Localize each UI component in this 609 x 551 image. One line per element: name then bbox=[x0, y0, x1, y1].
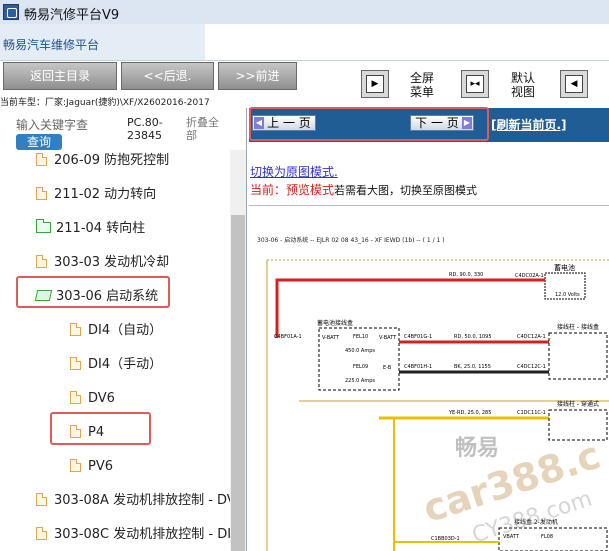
fuse-label: FEL09 bbox=[353, 364, 368, 370]
connector-label: C4DC12C-1 bbox=[517, 364, 546, 370]
tree-item[interactable]: 211-02 动力转向 bbox=[36, 184, 156, 206]
p4-highlight bbox=[50, 412, 151, 445]
home-button[interactable]: 返回主目录 bbox=[3, 62, 117, 90]
tree-item[interactable]: DI4（手动） bbox=[70, 354, 162, 376]
tree-item[interactable]: 303-03 发动机冷却 bbox=[36, 252, 169, 274]
pc-code-label: PC.80- 23845 bbox=[127, 116, 163, 142]
battery-volts: 12.0 Volts bbox=[555, 292, 580, 298]
fuse-label: FEL10 bbox=[353, 334, 368, 340]
collapse-all-link[interactable]: 折叠全部 bbox=[186, 116, 219, 142]
app-icon bbox=[3, 4, 19, 20]
connector-label: C1DC11C-1 bbox=[517, 410, 546, 416]
wire-label: BK, 25.0, 1155 bbox=[454, 364, 491, 370]
watermark-logo: 畅易 bbox=[455, 436, 500, 461]
forward-button[interactable]: >>前进 bbox=[218, 62, 297, 90]
document-icon bbox=[70, 357, 81, 370]
tree-item[interactable]: DV6 bbox=[70, 388, 115, 410]
document-icon bbox=[36, 153, 47, 166]
connector-label: C4BF01G-1 bbox=[404, 334, 432, 340]
pin-label: V-BATT bbox=[379, 335, 397, 341]
connector-label: C4DC12A-1 bbox=[517, 334, 546, 340]
default-view-button[interactable]: ◀ bbox=[560, 70, 588, 98]
tree-item[interactable]: 211-04 转向柱 bbox=[36, 218, 145, 240]
tree-item[interactable]: PV6 bbox=[70, 456, 113, 478]
window-title: 畅易汽修平台V9 bbox=[24, 8, 120, 23]
fullscreen-toggle-button[interactable]: ▶ bbox=[361, 70, 389, 98]
document-icon bbox=[36, 493, 47, 506]
starting-system-highlight bbox=[16, 276, 170, 308]
tree-item[interactable]: 303-08C 发动机排放控制 - DI4 bbox=[36, 524, 230, 546]
switch-original-mode-link[interactable]: 切换为原图模式. bbox=[250, 163, 338, 180]
folder-icon bbox=[36, 219, 51, 233]
current-mode-status: 当前：预览模式若需看大图，切换至原图模式 bbox=[250, 183, 478, 197]
junction2-box bbox=[548, 409, 608, 441]
fullscreen-label: 全屏 菜单 bbox=[409, 71, 434, 99]
back-button[interactable]: <<后退. bbox=[121, 62, 214, 90]
fuse-rating: 450.0 Amps bbox=[345, 348, 375, 354]
pin-label: V-BATT bbox=[322, 335, 340, 341]
junction-box bbox=[548, 332, 608, 380]
junction2-label: 接线柱 - 穿通式 bbox=[557, 400, 599, 408]
keyword-search-input[interactable] bbox=[16, 116, 120, 134]
fuse-rating: 225.0 Amps bbox=[345, 378, 375, 384]
tree-viewport: 206-09 防抱死控制 211-02 动力转向 211-04 转向柱 303-… bbox=[0, 150, 230, 551]
pin-label: E-B bbox=[383, 365, 392, 371]
wire-label: RD, 50.0, 1095 bbox=[454, 334, 492, 340]
fuse-box-label: 蓄电池接线盒 bbox=[317, 319, 353, 327]
junction-label: 接线柱 - 接线盒 bbox=[557, 323, 599, 331]
split-view-button[interactable]: ▸◂ bbox=[461, 70, 489, 98]
document-icon bbox=[36, 255, 47, 268]
document-icon bbox=[70, 323, 81, 336]
battery-feed-wire bbox=[275, 278, 545, 338]
document-icon bbox=[70, 459, 81, 472]
split-arrows-icon: ▸◂ bbox=[466, 75, 484, 93]
battery-label: 蓄电池 bbox=[554, 263, 575, 272]
document-icon bbox=[36, 187, 47, 200]
arrow-left-icon: ◀ bbox=[565, 75, 583, 93]
diagram-header: 303-06 - 启动系统 -- EJLR 02 08 43_16 - XF I… bbox=[257, 236, 445, 244]
connector-label: C4BF01A-1 bbox=[274, 334, 302, 340]
tree-item[interactable]: DI4（自动） bbox=[70, 320, 162, 342]
current-vehicle-info: 当前车型：厂家:Jaguar(捷豹)\XF/X2602016-2017 bbox=[0, 98, 210, 108]
connector-label: C4BF01H-1 bbox=[404, 364, 432, 370]
query-button[interactable]: 查询 bbox=[16, 134, 62, 150]
default-view-label: 默认 视图 bbox=[510, 71, 535, 99]
connector-label: C4DC02A-1 bbox=[515, 273, 544, 279]
tree-item[interactable]: 206-09 防抱死控制 bbox=[36, 150, 169, 172]
fuse-label: FL08 bbox=[541, 534, 553, 540]
wire-label: RD, 90.0, 330 bbox=[449, 272, 483, 278]
page-nav-highlight bbox=[249, 107, 489, 141]
platform-subtitle: 畅易汽车维修平台 bbox=[3, 38, 100, 52]
document-icon bbox=[70, 391, 81, 404]
refresh-page-link[interactable]: [刷新当前页.] bbox=[491, 116, 567, 133]
sidebar-scroll-thumb[interactable] bbox=[231, 215, 245, 551]
document-icon bbox=[36, 527, 47, 540]
tree-item[interactable]: 303-08A 发动机排放控制 - DV6 bbox=[36, 490, 230, 512]
arrow-right-icon: ▶ bbox=[366, 75, 384, 93]
wire-label: YE-RD, 25.0, 285 bbox=[448, 410, 491, 416]
